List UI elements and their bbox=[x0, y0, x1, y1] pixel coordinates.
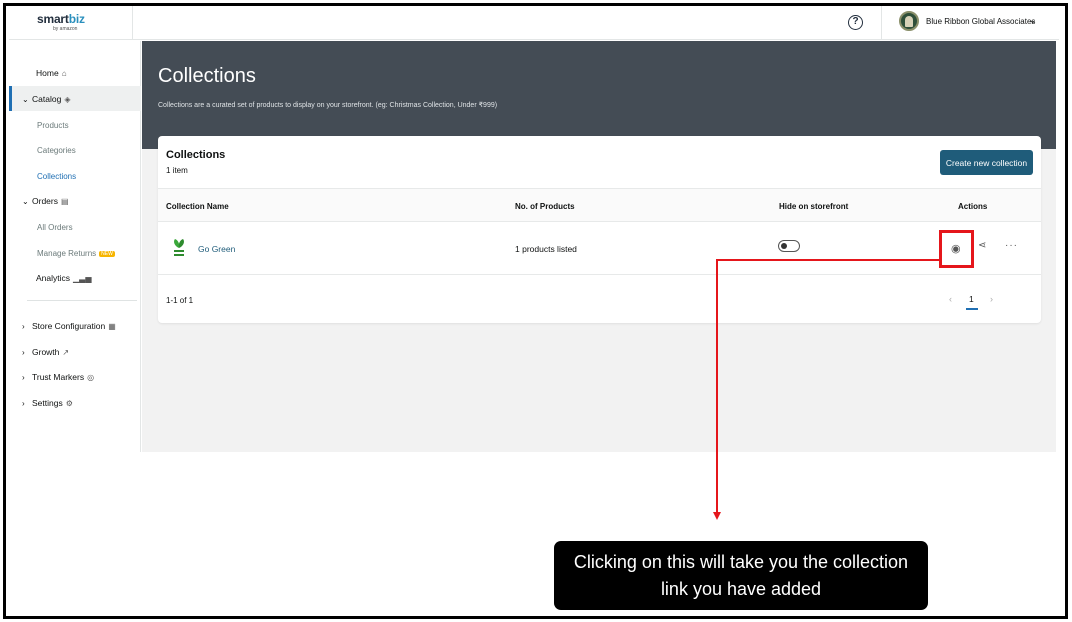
column-header-hide-on-storefront: Hide on storefront bbox=[779, 202, 849, 211]
page-subtitle: Collections are a curated set of product… bbox=[158, 102, 498, 109]
new-badge: NEW bbox=[99, 250, 115, 257]
trend-icon: ↗ bbox=[62, 348, 70, 357]
card-title: Collections bbox=[166, 149, 226, 161]
pagination-prev-button[interactable]: ‹ bbox=[949, 294, 952, 304]
pagination-range: 1-1 of 1 bbox=[166, 296, 194, 305]
sidebar-active-indicator bbox=[9, 86, 12, 111]
item-count: 1 item bbox=[166, 166, 188, 175]
smartbiz-logo[interactable]: smartbiz by amazon bbox=[37, 12, 85, 36]
sidebar-item-categories[interactable]: Categories bbox=[37, 146, 76, 155]
chevron-right-icon: › bbox=[22, 399, 25, 408]
column-header-products: No. of Products bbox=[515, 202, 575, 211]
sidebar-item-label: Catalog bbox=[32, 94, 62, 104]
pagination-next-button[interactable]: › bbox=[990, 294, 993, 304]
products-count: 1 products listed bbox=[515, 244, 577, 254]
logo-main-text: smart bbox=[37, 12, 69, 26]
help-icon[interactable]: ? bbox=[848, 15, 863, 30]
store-icon: ▦ bbox=[108, 322, 116, 331]
sidebar-item-label: Store Configuration bbox=[32, 321, 106, 331]
sidebar: Home ⌂ ⌄ Catalog ◈ Products Categories Coll… bbox=[9, 41, 141, 452]
chevron-down-icon[interactable]: ⌄ bbox=[1029, 15, 1037, 26]
sidebar-item-store-configuration[interactable]: › Store Configuration ▦ bbox=[22, 321, 116, 331]
sidebar-item-growth[interactable]: › Growth ↗ bbox=[22, 347, 69, 357]
tag-icon: ◈ bbox=[64, 95, 71, 104]
logo-text: smartbiz bbox=[37, 12, 85, 26]
annotation-callout: Clicking on this will take you the colle… bbox=[554, 541, 928, 610]
hide-on-storefront-toggle[interactable] bbox=[778, 240, 800, 252]
collections-card: Collections 1 item Create new collection… bbox=[158, 136, 1041, 323]
top-bar: smartbiz by amazon ? Blue Ribbon Global … bbox=[9, 6, 1059, 40]
table-row: Go Green 1 products listed ◉ ⋖ ··· bbox=[158, 222, 1041, 275]
sidebar-item-label: Analytics bbox=[36, 273, 71, 283]
sidebar-item-label: Home bbox=[36, 68, 59, 78]
annotation-arrow-line bbox=[716, 259, 718, 515]
share-icon[interactable]: ⋖ bbox=[978, 240, 986, 251]
annotation-arrow-line bbox=[716, 259, 940, 261]
sidebar-item-catalog[interactable]: ⌄ Catalog ◈ bbox=[22, 94, 70, 104]
pagination-active-indicator bbox=[966, 308, 978, 310]
sidebar-item-trust-markers[interactable]: › Trust Markers ◎ bbox=[22, 372, 94, 382]
clipboard-icon: ▤ bbox=[60, 197, 69, 206]
sidebar-item-collections[interactable]: Collections bbox=[37, 172, 76, 181]
sidebar-divider bbox=[27, 300, 137, 301]
bar-chart-icon: ▁▃▅ bbox=[73, 274, 92, 283]
go-green-leaf-icon bbox=[174, 239, 184, 256]
chevron-down-icon: ⌄ bbox=[22, 95, 29, 104]
highlight-box bbox=[939, 230, 974, 268]
sidebar-item-label: Manage Returns bbox=[37, 249, 97, 258]
chevron-right-icon: › bbox=[22, 322, 25, 331]
collection-name-link[interactable]: Go Green bbox=[198, 244, 235, 254]
sidebar-item-label: Orders bbox=[32, 196, 58, 206]
sidebar-item-orders[interactable]: ⌄ Orders ▤ bbox=[22, 196, 69, 206]
account-name[interactable]: Blue Ribbon Global Associates bbox=[926, 17, 1035, 26]
gear-icon: ⚙ bbox=[65, 399, 73, 408]
callout-line-2: link you have added bbox=[660, 579, 822, 599]
table-header: Collection Name No. of Products Hide on … bbox=[158, 188, 1041, 222]
home-icon: ⌂ bbox=[61, 69, 67, 78]
sidebar-item-products[interactable]: Products bbox=[37, 121, 69, 130]
topbar-divider bbox=[132, 6, 133, 40]
sidebar-item-all-orders[interactable]: All Orders bbox=[37, 223, 73, 232]
sidebar-item-label: Trust Markers bbox=[32, 372, 85, 382]
annotation-arrow-head bbox=[713, 512, 721, 520]
column-header-collection-name: Collection Name bbox=[166, 202, 229, 211]
page-title: Collections bbox=[158, 65, 256, 87]
more-options-icon[interactable]: ··· bbox=[1005, 240, 1018, 251]
column-header-actions: Actions bbox=[958, 202, 988, 211]
page-header: Collections Collections are a curated se… bbox=[142, 41, 1056, 149]
sidebar-item-settings[interactable]: › Settings ⚙ bbox=[22, 398, 73, 408]
sidebar-item-label: Settings bbox=[32, 398, 63, 408]
sidebar-item-home[interactable]: Home ⌂ bbox=[36, 68, 67, 78]
chevron-down-icon: ⌄ bbox=[22, 197, 29, 206]
create-new-collection-button[interactable]: Create new collection bbox=[940, 150, 1033, 175]
pagination-page-1[interactable]: 1 bbox=[969, 294, 974, 304]
logo-accent-text: biz bbox=[68, 12, 85, 26]
sidebar-item-analytics[interactable]: Analytics ▁▃▅ bbox=[36, 273, 91, 283]
chevron-right-icon: › bbox=[22, 348, 25, 357]
sidebar-item-manage-returns[interactable]: Manage Returns NEW bbox=[37, 249, 115, 258]
badge-icon: ◎ bbox=[87, 373, 95, 382]
chevron-right-icon: › bbox=[22, 373, 25, 382]
logo-subtext: by amazon bbox=[53, 26, 78, 32]
avatar[interactable] bbox=[899, 11, 919, 31]
callout-line-1: Clicking on this will take you the colle… bbox=[573, 552, 909, 572]
sidebar-item-label: Growth bbox=[32, 347, 60, 357]
topbar-divider bbox=[881, 6, 882, 40]
